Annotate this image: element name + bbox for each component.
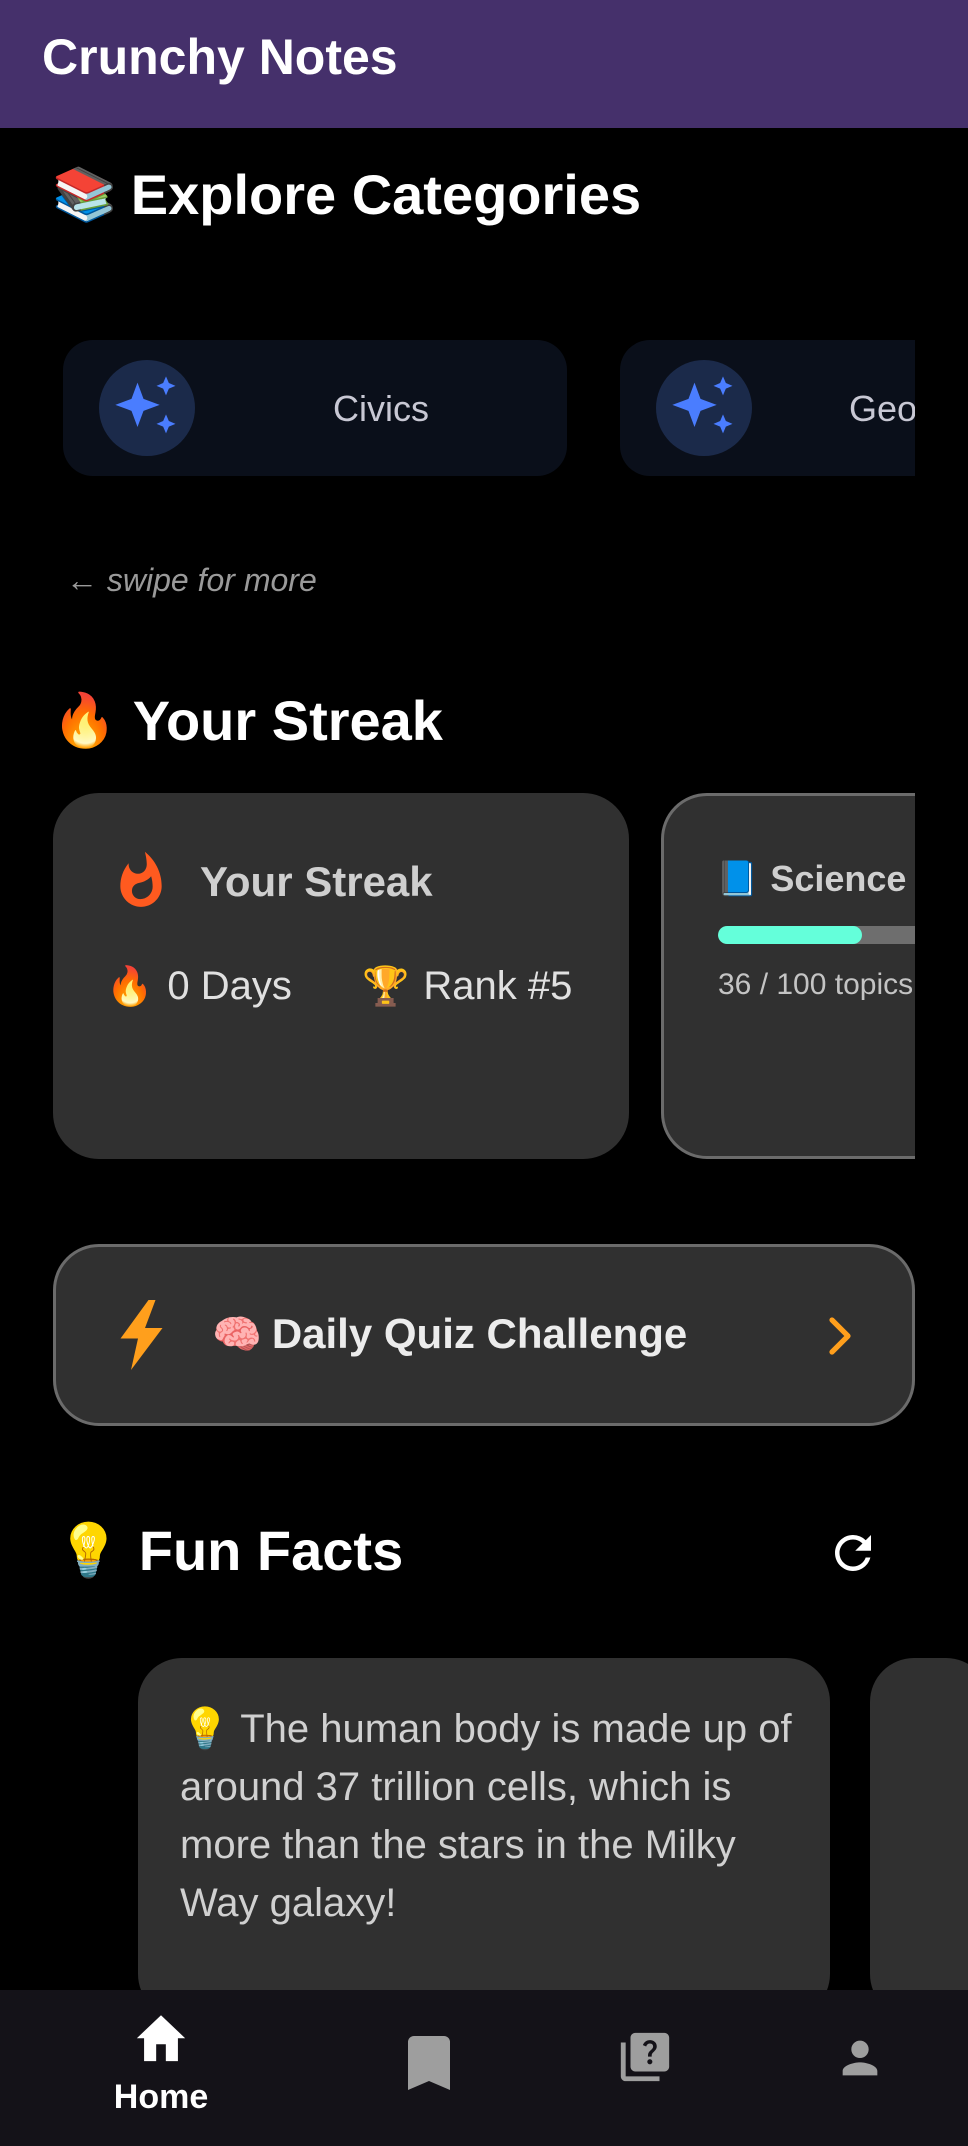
blue-book-icon: 📘 — [716, 859, 759, 899]
nav-home[interactable]: Home — [40, 1990, 282, 2146]
nav-profile[interactable] — [740, 1990, 968, 2146]
category-label: Geography — [848, 388, 915, 429]
lightbulb-icon: 💡 — [180, 1706, 230, 1752]
nav-quiz[interactable] — [524, 1990, 766, 2146]
fun-fact-body: The human body is made up of around 37 t… — [180, 1707, 792, 1925]
science-progress-count: 36 / 100 topics — [718, 968, 914, 1001]
category-label: Civics — [333, 388, 429, 429]
fun-fact-card-next[interactable] — [870, 1658, 968, 2018]
fire-icon: 🔥 — [52, 691, 117, 751]
streak-days-value: 0 Days — [167, 964, 292, 1008]
bottom-navigation: Home — [0, 1990, 968, 2146]
app-bar: Crunchy Notes — [0, 0, 968, 128]
fun-fact-text: 💡 The human body is made up of around 37… — [180, 1700, 800, 1932]
fun-facts-title: Fun Facts — [138, 1519, 404, 1582]
brain-icon: 🧠 — [212, 1311, 262, 1358]
app-title: Crunchy Notes — [42, 29, 398, 85]
science-progress-card[interactable]: 📘 Science 36 / 100 topics — [661, 793, 915, 1159]
streak-rank: 🏆 Rank #5 — [362, 964, 572, 1009]
science-label: Science — [770, 858, 907, 899]
science-progress-bar — [718, 926, 915, 944]
streak-heading: 🔥 Your Streak — [52, 688, 443, 753]
books-icon: 📚 — [52, 165, 117, 225]
chevron-right-icon — [822, 1316, 858, 1361]
lightning-icon — [118, 1300, 172, 1375]
daily-quiz-label: 🧠 Daily Quiz Challenge — [212, 1310, 687, 1358]
categories-title: Explore Categories — [130, 163, 642, 226]
swipe-hint: ← swipe for more — [66, 562, 317, 598]
streak-flame-icon — [110, 850, 172, 912]
category-card-geography[interactable]: Geography — [620, 340, 915, 476]
nav-bookmarks[interactable] — [308, 1990, 550, 2146]
sparkles-icon — [656, 360, 752, 456]
categories-carousel[interactable]: Civics Geography — [0, 340, 915, 476]
categories-heading: 📚 Explore Categories — [52, 162, 641, 227]
science-progress-fill — [718, 926, 862, 944]
science-title: 📘 Science — [716, 858, 906, 900]
bookmark-icon — [408, 2036, 450, 2090]
nav-home-label: Home — [113, 2078, 209, 2116]
streak-card-title: Your Streak — [200, 858, 433, 905]
quiz-icon — [620, 2032, 670, 2082]
streak-rank-value: Rank #5 — [423, 964, 573, 1008]
streak-title: Your Streak — [132, 689, 443, 752]
fun-facts-heading: 💡 Fun Facts — [56, 1518, 403, 1583]
trophy-icon: 🏆 — [362, 964, 410, 1008]
sparkles-icon — [99, 360, 195, 456]
fire-icon: 🔥 — [106, 964, 154, 1008]
daily-quiz-text: Daily Quiz Challenge — [271, 1310, 688, 1357]
lightbulb-icon: 💡 — [56, 1521, 121, 1581]
refresh-icon[interactable] — [826, 1526, 880, 1585]
category-card-civics[interactable]: Civics — [63, 340, 567, 476]
profile-icon — [842, 2040, 878, 2076]
science-progress-peek[interactable]: 📘 Science 36 / 100 topics — [661, 793, 915, 1159]
streak-days: 🔥 0 Days — [106, 964, 292, 1009]
